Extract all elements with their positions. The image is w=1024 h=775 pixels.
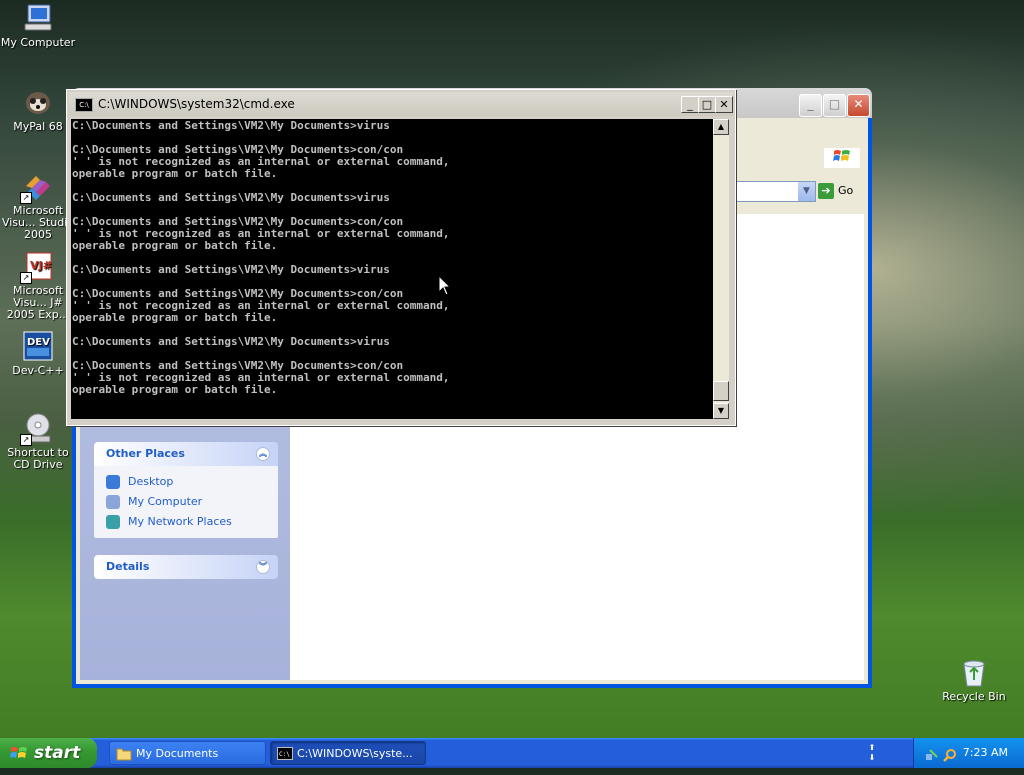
panel-title: Details <box>106 560 150 573</box>
system-tray: 7:23 AM <box>913 738 1024 768</box>
start-label: start <box>34 743 81 763</box>
item-label: Desktop <box>128 475 174 488</box>
other-places-panel: Other Places ︽ Desktop My Computer My Net… <box>94 442 278 538</box>
taskbar: start My Documents C:\ C:\WINDOWS\syste.… <box>0 738 1024 768</box>
panel-title: Other Places <box>106 447 185 460</box>
address-dropdown-button[interactable]: ▼ <box>798 182 815 201</box>
desktop-icon <box>106 475 120 489</box>
vertical-scrollbar[interactable]: ▲ ▼ <box>713 119 729 419</box>
maximize-button[interactable]: □ <box>823 94 846 117</box>
cmd-icon: C:\ <box>277 746 293 761</box>
folder-icon <box>116 746 132 761</box>
network-places-icon <box>106 515 120 529</box>
mouse-cursor-icon <box>438 274 452 296</box>
start-button[interactable]: start <box>0 738 97 768</box>
mypal-icon <box>22 86 54 118</box>
cd-drive-icon: ↗ <box>20 412 54 446</box>
svg-text:VJ#: VJ# <box>30 259 52 272</box>
other-places-desktop[interactable]: Desktop <box>106 472 268 492</box>
desktop: { "desktop": { "icons": [ {"label": "My … <box>0 0 1024 768</box>
item-label: My Network Places <box>128 515 232 528</box>
go-label: Go <box>838 184 854 197</box>
details-header[interactable]: Details ︾ <box>94 555 278 579</box>
shortcut-arrow-icon: ↗ <box>20 192 32 204</box>
minimize-button[interactable]: _ <box>799 94 822 117</box>
other-places-header[interactable]: Other Places ︽ <box>94 442 278 466</box>
item-label: My Computer <box>128 495 203 508</box>
my-computer-icon <box>22 2 54 34</box>
network-status-icon[interactable] <box>924 745 939 760</box>
quick-launch-toggle-icon[interactable]: ⬆ ⬇ <box>866 743 878 763</box>
svg-text:DEV: DEV <box>27 337 50 348</box>
cmd-icon: C:\ <box>75 98 93 112</box>
details-panel: Details ︾ <box>94 555 278 579</box>
other-places-network[interactable]: My Network Places <box>106 512 268 532</box>
maximize-button[interactable]: □ <box>698 96 716 113</box>
address-bar[interactable]: ▼ <box>732 181 816 202</box>
console-output[interactable]: C:\Documents and Settings\VM2\My Documen… <box>71 119 713 419</box>
cmd-window: C:\ C:\WINDOWS\system32\cmd.exe _ □ ✕ C:… <box>66 89 736 426</box>
task-label: C:\WINDOWS\syste... <box>297 747 413 760</box>
desktop-icon-recycle-bin[interactable]: Recycle Bin <box>934 656 1014 703</box>
window-title: C:\WINDOWS\system32\cmd.exe <box>98 97 295 111</box>
vj-sharp-icon: VJ# ↗ <box>20 250 54 284</box>
dev-cpp-icon: DEV <box>22 330 54 362</box>
visual-studio-icon: ↗ <box>20 170 54 204</box>
shortcut-arrow-icon: ↗ <box>20 434 32 446</box>
console-text: C:\Documents and Settings\VM2\My Documen… <box>72 119 450 396</box>
expand-chevron-icon[interactable]: ︾ <box>256 560 270 574</box>
go-button[interactable]: ➔ Go <box>818 181 853 201</box>
desktop-icon-label: Shortcut to CD Drive <box>7 446 69 471</box>
scroll-down-button[interactable]: ▼ <box>713 403 729 419</box>
svg-text:C:\: C:\ <box>279 751 290 758</box>
desktop-icon-my-computer[interactable]: My Computer <box>0 2 78 49</box>
taskbar-item-my-documents[interactable]: My Documents <box>109 741 266 765</box>
minimize-button[interactable]: _ <box>681 96 699 113</box>
other-places-my-computer[interactable]: My Computer <box>106 492 268 512</box>
scroll-up-button[interactable]: ▲ <box>713 119 729 135</box>
search-icon[interactable] <box>942 745 957 762</box>
other-places-body: Desktop My Computer My Network Places <box>94 466 278 538</box>
desktop-icon-label: My Computer <box>0 36 76 49</box>
my-computer-icon <box>106 495 120 509</box>
desktop-icon-label: Recycle Bin <box>942 690 1006 703</box>
taskbar-item-cmd[interactable]: C:\ C:\WINDOWS\syste... <box>270 741 426 765</box>
shortcut-arrow-icon: ↗ <box>20 272 32 284</box>
task-label: My Documents <box>136 747 219 760</box>
close-button[interactable]: ✕ <box>715 96 733 113</box>
scroll-thumb[interactable] <box>713 381 729 401</box>
close-button[interactable]: ✕ <box>847 94 870 117</box>
collapse-chevron-icon[interactable]: ︽ <box>256 447 270 461</box>
cmd-titlebar[interactable]: C:\ C:\WINDOWS\system32\cmd.exe _ □ ✕ <box>69 92 733 116</box>
clock[interactable]: 7:23 AM <box>963 738 1008 768</box>
go-arrow-icon: ➔ <box>818 183 834 199</box>
windows-flag-icon <box>10 742 28 760</box>
windows-logo-icon <box>824 148 860 168</box>
recycle-bin-icon <box>958 656 990 688</box>
